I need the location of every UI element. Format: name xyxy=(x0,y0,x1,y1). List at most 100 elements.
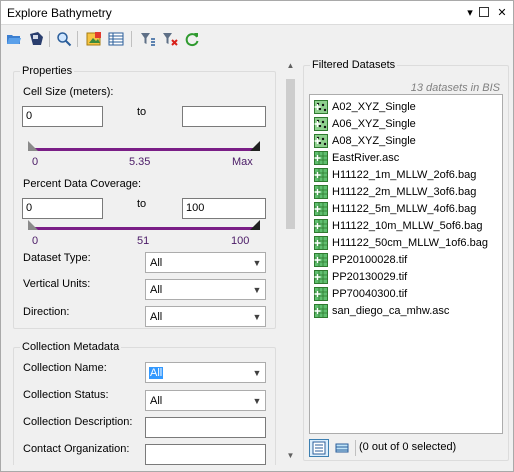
refresh-icon[interactable] xyxy=(183,30,201,48)
dataset-list-item[interactable]: A08_XYZ_Single xyxy=(314,132,416,149)
scroll-down-icon[interactable]: ▼ xyxy=(282,447,297,463)
direction-label: Direction: xyxy=(23,306,70,318)
coverage-min-thumb[interactable] xyxy=(28,220,38,230)
raster-dataset-icon xyxy=(314,252,332,267)
dataset-type-select[interactable]: All ▼ xyxy=(145,252,266,273)
add-data-icon[interactable] xyxy=(85,30,103,48)
raster-dataset-icon xyxy=(314,184,332,199)
dataset-list-item[interactable]: H11122_5m_MLLW_4of6.bag xyxy=(314,200,476,217)
dataset-name: san_diego_ca_mhw.asc xyxy=(332,304,450,317)
dataset-count: 13 datasets in BIS xyxy=(410,82,500,94)
dataset-type-value: All xyxy=(150,257,163,269)
chevron-down-icon: ▼ xyxy=(252,311,262,322)
collection-name-select[interactable]: All ▼ xyxy=(145,362,266,383)
raster-dataset-icon xyxy=(314,150,332,165)
dataset-name: PP70040300.tif xyxy=(332,287,408,300)
maximize-button[interactable] xyxy=(479,7,489,17)
raster-dataset-icon xyxy=(314,303,332,318)
cell-size-max-input[interactable] xyxy=(182,106,266,127)
dataset-name: A06_XYZ_Single xyxy=(332,117,416,130)
vertical-units-select[interactable]: All ▼ xyxy=(145,279,266,300)
toolbar-separator xyxy=(77,31,78,47)
point-dataset-icon xyxy=(314,133,332,148)
status-row: (0 out of 0 selected) xyxy=(309,438,505,458)
dataset-list-item[interactable]: PP20130029.tif xyxy=(314,268,407,285)
dataset-name: EastRiver.asc xyxy=(332,151,400,164)
dataset-name: PP20100028.tif xyxy=(332,253,408,266)
cell-size-min-input[interactable]: 0 xyxy=(22,106,103,127)
selection-count: (0 out of 0 selected) xyxy=(359,441,457,453)
cell-size-to-label: to xyxy=(137,106,147,118)
collection-description-input[interactable] xyxy=(145,417,266,438)
cell-size-slider-track[interactable] xyxy=(30,148,260,151)
coverage-tick-mid: 51 xyxy=(137,235,150,247)
close-button[interactable]: ✕ xyxy=(495,5,509,19)
dataset-list-item[interactable]: H11122_2m_MLLW_3of6.bag xyxy=(314,183,476,200)
coverage-tick-min: 0 xyxy=(32,235,39,247)
raster-dataset-icon xyxy=(314,269,332,284)
coverage-label: Percent Data Coverage: xyxy=(23,178,142,190)
collection-status-label: Collection Status: xyxy=(23,389,109,401)
open-folder-icon[interactable] xyxy=(5,30,23,48)
coverage-max-input[interactable]: 100 xyxy=(182,198,266,219)
dataset-list-item[interactable]: A02_XYZ_Single xyxy=(314,98,416,115)
filtered-datasets-group: Filtered Datasets 13 datasets in BIS A02… xyxy=(303,59,509,461)
dataset-list[interactable]: A02_XYZ_Single A06_XYZ_Single A08_XYZ_Sing… xyxy=(309,94,503,434)
contact-organization-input[interactable] xyxy=(145,444,266,465)
dataset-name: A08_XYZ_Single xyxy=(332,134,416,147)
properties-group: Properties Cell Size (meters): 0 to 0 5.… xyxy=(13,65,276,329)
coverage-slider-track[interactable] xyxy=(30,227,260,230)
explore-bathymetry-window: Explore Bathymetry ▾ ✕ Properties Cell S… xyxy=(0,0,514,472)
chevron-down-icon: ▼ xyxy=(252,395,262,406)
filter-icon[interactable] xyxy=(139,30,157,48)
dataset-type-label: Dataset Type: xyxy=(23,252,91,264)
point-dataset-icon xyxy=(314,99,332,114)
point-dataset-icon xyxy=(314,116,332,131)
dataset-name: H11122_1m_MLLW_2of6.bag xyxy=(332,168,477,181)
dataset-name: H11122_50cm_MLLW_1of6.bag xyxy=(332,236,488,249)
chevron-down-icon: ▼ xyxy=(252,284,262,295)
cell-size-max-thumb[interactable] xyxy=(250,141,260,151)
direction-value: All xyxy=(150,311,163,323)
dataset-list-item[interactable]: H11122_50cm_MLLW_1of6.bag xyxy=(314,234,488,251)
dataset-list-item[interactable]: H11122_10m_MLLW_5of6.bag xyxy=(314,217,482,234)
coverage-max-thumb[interactable] xyxy=(250,220,260,230)
toolbar-separator xyxy=(49,31,50,47)
contact-organization-label: Contact Organization: xyxy=(23,443,130,455)
search-icon[interactable] xyxy=(55,30,73,48)
dataset-list-item[interactable]: PP70040300.tif xyxy=(314,285,407,302)
collection-metadata-group-label: Collection Metadata xyxy=(20,341,122,353)
dataset-list-item[interactable]: PP20100028.tif xyxy=(314,251,407,268)
scroll-up-icon[interactable]: ▲ xyxy=(282,57,297,73)
clear-filter-icon[interactable] xyxy=(161,30,179,48)
raster-dataset-icon xyxy=(314,235,332,250)
save-icon[interactable] xyxy=(27,30,45,48)
dropdown-icon[interactable]: ▾ xyxy=(463,5,477,19)
coverage-min-input[interactable]: 0 xyxy=(22,198,103,219)
cell-size-min-thumb[interactable] xyxy=(28,141,38,151)
list-view-icon[interactable] xyxy=(309,439,329,457)
filter-panel-scrollbar[interactable]: ▲ ▼ xyxy=(282,57,297,465)
dataset-list-item[interactable]: A06_XYZ_Single xyxy=(314,115,416,132)
dataset-list-item[interactable]: H11122_1m_MLLW_2of6.bag xyxy=(314,166,476,183)
collection-status-select[interactable]: All ▼ xyxy=(145,390,266,411)
dataset-name: H11122_5m_MLLW_4of6.bag xyxy=(332,202,477,215)
title-bar: Explore Bathymetry ▾ ✕ xyxy=(1,1,513,25)
coverage-tick-max: 100 xyxy=(231,235,250,247)
table-view-icon[interactable] xyxy=(332,439,352,457)
status-separator xyxy=(355,440,356,456)
dataset-list-item[interactable]: EastRiver.asc xyxy=(314,149,399,166)
properties-group-label: Properties xyxy=(20,65,75,77)
dataset-name: H11122_10m_MLLW_5of6.bag xyxy=(332,219,483,232)
collection-metadata-group: Collection Metadata Collection Name: All… xyxy=(13,341,276,465)
scrollbar-thumb[interactable] xyxy=(286,79,295,229)
cell-size-label: Cell Size (meters): xyxy=(23,86,114,98)
chevron-down-icon: ▼ xyxy=(252,257,262,268)
filter-panel: Properties Cell Size (meters): 0 to 0 5.… xyxy=(7,57,297,465)
direction-select[interactable]: All ▼ xyxy=(145,306,266,327)
toolbar xyxy=(1,26,513,52)
table-icon[interactable] xyxy=(107,30,125,48)
dataset-list-item[interactable]: san_diego_ca_mhw.asc xyxy=(314,302,449,319)
collection-name-value: All xyxy=(149,367,164,379)
raster-dataset-icon xyxy=(314,218,332,233)
